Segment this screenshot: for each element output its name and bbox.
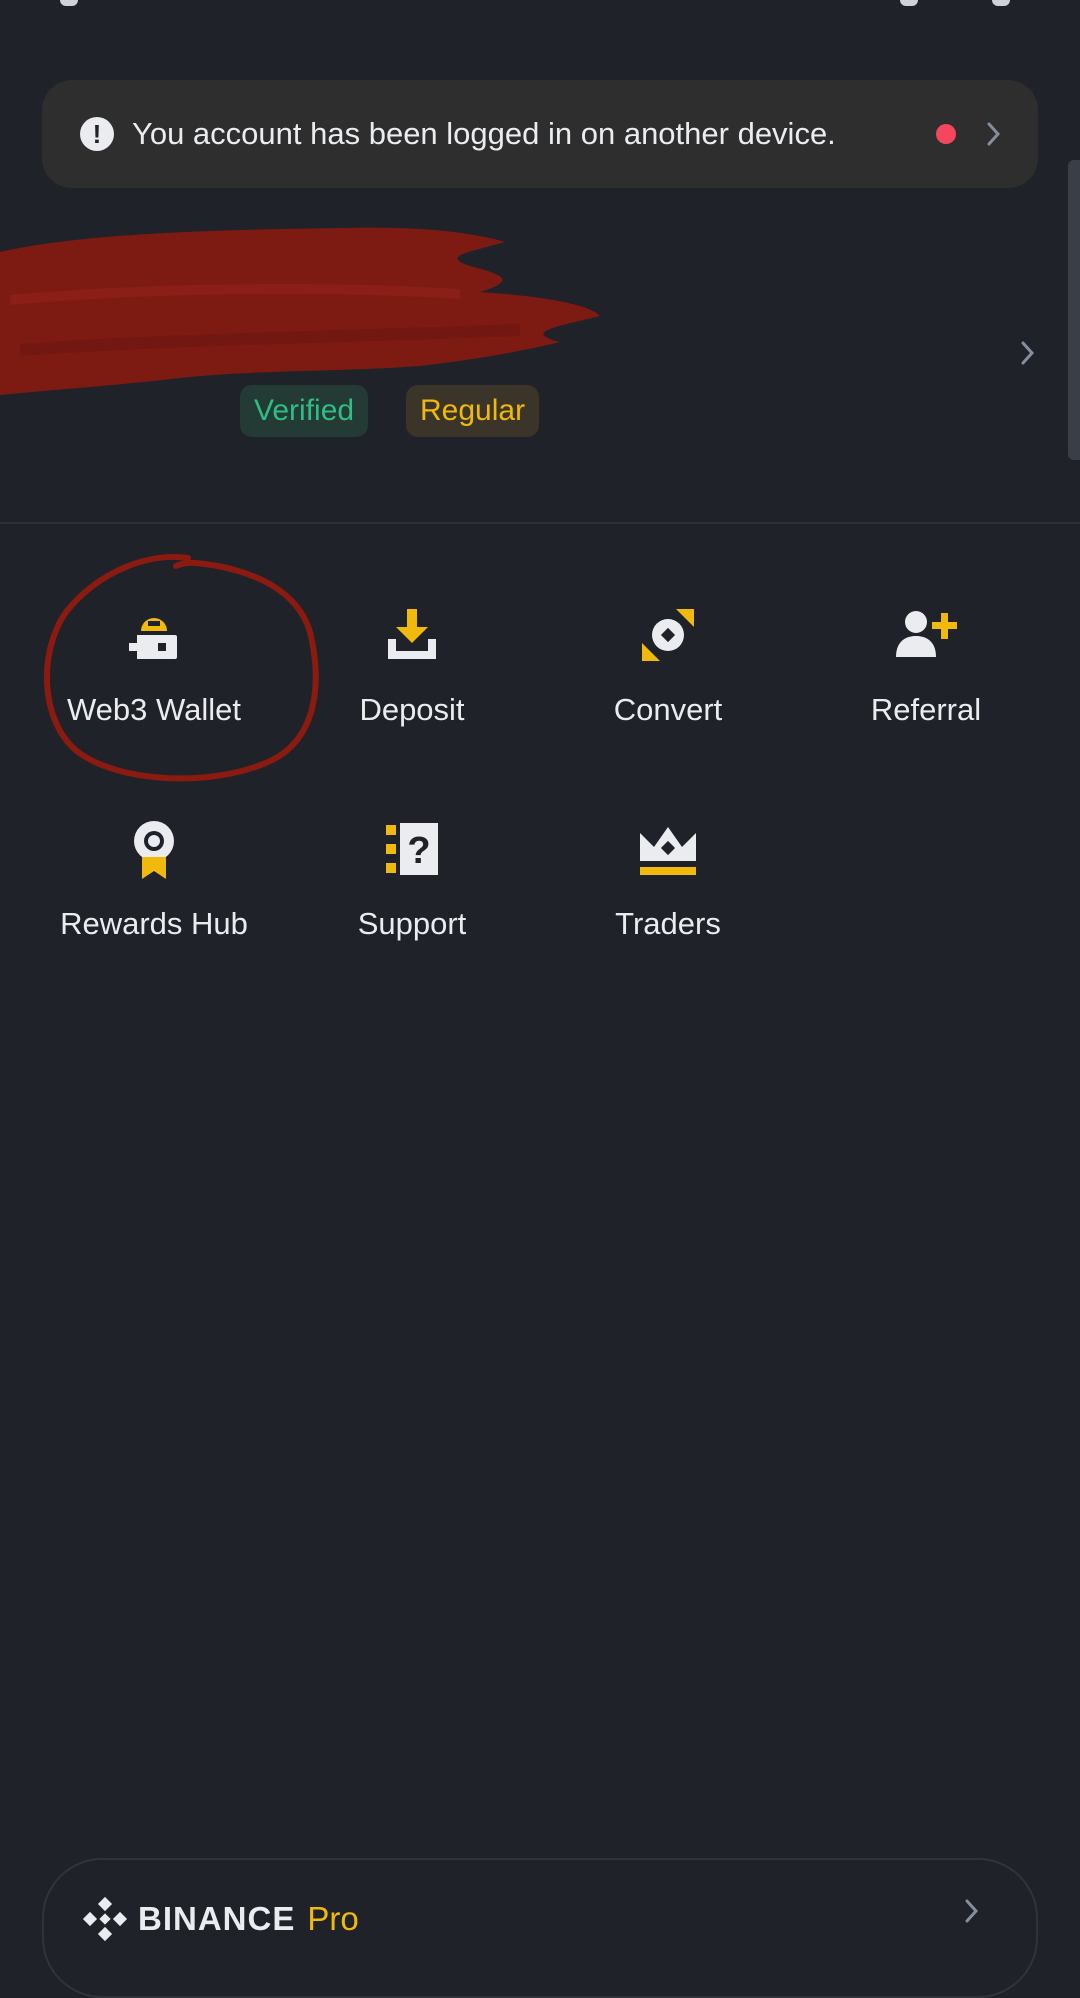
tile-label: Convert — [613, 692, 723, 727]
unread-dot — [936, 124, 956, 144]
chevron-right-icon — [965, 1899, 979, 1923]
convert-shortcut[interactable]: Convert — [538, 600, 798, 760]
tile-label: Traders — [615, 906, 721, 941]
chevron-right-icon — [1021, 341, 1035, 365]
alert-message: You account has been logged in on anothe… — [132, 116, 836, 151]
wallet-icon — [119, 600, 189, 670]
rewards-hub-shortcut[interactable]: Rewards Hub — [24, 814, 284, 974]
headset-icon[interactable] — [900, 0, 918, 6]
tile-label: Referral — [870, 692, 982, 727]
divider — [0, 522, 1080, 524]
referral-icon — [891, 600, 961, 670]
support-icon: ? — [377, 814, 447, 884]
redaction-scribble — [0, 227, 600, 395]
status-bar-edge — [0, 0, 1080, 14]
tile-label: Web3 Wallet — [66, 692, 241, 727]
verified-badge: Verified — [240, 385, 369, 437]
support-shortcut[interactable]: ? Support — [282, 814, 542, 974]
binance-pro-banner[interactable]: BINANCE Pro — [42, 1858, 1038, 1998]
binance-pro-logo: BINANCE Pro — [82, 1896, 359, 1942]
web3-wallet-shortcut[interactable]: Web3 Wallet — [24, 600, 284, 760]
chevron-right-icon — [987, 122, 1001, 146]
rewards-icon — [119, 814, 189, 884]
alert-circle-icon: ! — [80, 117, 114, 151]
convert-icon — [633, 600, 703, 670]
tile-label: Rewards Hub — [60, 906, 248, 941]
brand-suffix: Pro — [307, 1900, 359, 1937]
deposit-shortcut[interactable]: Deposit — [282, 600, 542, 760]
status-glyph — [60, 0, 78, 6]
traders-shortcut[interactable]: Traders — [538, 814, 798, 974]
binance-logo-icon — [82, 1896, 128, 1942]
profile-header[interactable]: Verified Regular — [0, 220, 1080, 520]
vip-level-badge[interactable]: Regular — [406, 385, 540, 437]
crown-icon — [633, 814, 703, 884]
svg-text:?: ? — [407, 830, 430, 872]
referral-shortcut[interactable]: Referral — [796, 600, 1056, 760]
deposit-icon — [377, 600, 447, 670]
tile-label: Deposit — [359, 692, 465, 727]
settings-icon[interactable] — [992, 0, 1010, 6]
brand-name: BINANCE — [138, 1900, 296, 1937]
login-alert-banner[interactable]: ! You account has been logged in on anot… — [42, 80, 1038, 188]
tile-label: Support — [357, 906, 467, 941]
